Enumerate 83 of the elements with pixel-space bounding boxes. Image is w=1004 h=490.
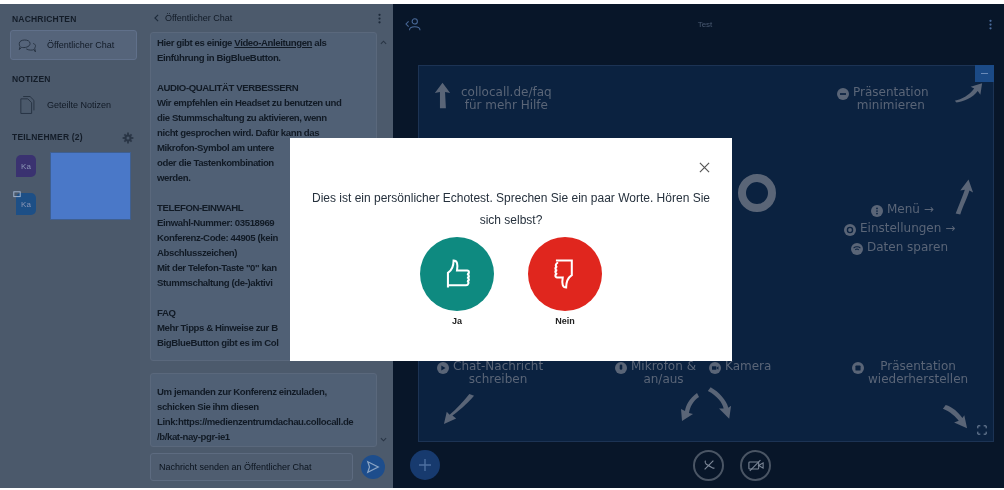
button-label: Nein [555,316,575,326]
hint-text: Daten sparen [867,241,948,254]
scroll-up-icon[interactable] [379,40,387,45]
close-icon[interactable] [699,162,710,173]
message-line: Mit der Telefon-Taste "0" kan [157,261,277,275]
arrow-icon [941,404,969,430]
button-label: Ja [452,316,462,326]
message-line: Einführung in BigBlueButton. [157,51,281,65]
hint-text: Chat-Nachricht [453,360,544,373]
minimize-button[interactable] [975,65,994,82]
message-line: oder die Tastenkombination [157,156,274,170]
message-heading: AUDIO-QUALITÄT VERBESSERN [157,81,299,95]
plus-icon [418,458,432,472]
camera-off-icon [747,458,764,472]
user-avatar[interactable]: Ka [16,155,36,177]
send-icon [366,460,380,474]
arrow-icon [434,81,451,110]
microphone-button[interactable] [693,449,724,481]
minus-circle-icon [837,88,849,100]
user-icon[interactable] [405,17,421,31]
hint-text: wiederherstellen [868,373,969,386]
hint-text: Mikrofon & [631,360,696,373]
message-line: Link:https://medienzentrumdachau.collocall.de [157,415,354,429]
fullscreen-icon[interactable] [977,425,987,435]
section-title: NACHRICHTEN [12,14,77,24]
settings-icon[interactable] [122,132,134,144]
hint-text: Präsentation [880,360,956,373]
hint-text: Einstellungen → [860,222,956,235]
sidebar-item[interactable]: Öffentlicher Chat [10,30,137,60]
message-line: Hier gibt es einige Video-Anleitungen als [157,36,327,50]
camera-circle-icon [709,362,721,374]
message-line: die Stummschaltung zu aktivieren, wenn [157,111,327,125]
play-circle-icon [437,362,449,374]
message-line: werden. [157,171,191,185]
ring-drawing [737,173,777,213]
message-line: schicken Sie ihm diesen [157,400,259,414]
hint-text: für mehr Hilfe [464,99,548,112]
message-line: /b/kat-nay-pgr-ie1 [157,430,230,444]
hint-text: Kamera [725,360,772,373]
back-button[interactable]: Öffentlicher Chat [150,13,237,23]
message-input[interactable]: Nachricht senden an Öffentlicher Chat [150,453,353,481]
sidebar-item[interactable]: Geteilte Notizen [10,90,137,120]
chevron-icon [154,14,159,22]
scroll-down-icon[interactable] [379,437,387,442]
slides-circle-icon [852,362,864,374]
more-circle-icon [871,205,883,217]
camera-button[interactable] [740,449,771,481]
hint-text: an/aus [643,373,684,386]
more-icon[interactable] [378,12,381,24]
presenter-icon [13,191,21,199]
message-line: BigBlueButton gibt es im Col [157,336,279,350]
dialog-text: Dies ist ein persönlicher Echotest. Sprechen Sie ein paar Worte. Hören Sie sich selbst? [311,190,711,229]
wifi-circle-icon [851,243,863,255]
hint-text: minimieren [856,99,925,112]
message-line: Einwahl-Nummer: 03518969 [157,216,275,230]
gear-circle-icon [844,224,856,236]
message-heading: TELEFON-EINWAHL [157,201,244,215]
message-line: nicht gesprochen wird. Dafür kann das [157,126,320,140]
meeting-title: Test [697,19,713,29]
hint-text: collocall.de/faq [461,86,552,99]
microphone-circle-icon [615,362,627,374]
hint-text: Menü → [887,203,934,216]
message-line: Konferenz-Code: 44905 (kein [157,231,278,245]
user-avatar[interactable]: Ka [16,193,36,215]
video-link[interactable]: Video-Anleitungen [234,37,313,48]
message-line: Wir empfehlen ein Headset zu benutzen und [157,96,342,110]
message-line: Stummschaltung (de-)aktivi [157,276,273,290]
documents-icon [17,95,37,115]
actions-button[interactable] [410,450,440,480]
more-icon[interactable] [989,18,992,30]
send-button[interactable] [361,455,385,479]
hint-text: Präsentation [853,86,929,99]
arrow-icon [706,386,732,420]
message-heading: FAQ [157,306,176,320]
arrow-icon [953,81,983,103]
message-line: Um jemanden zur Konferenz einzuladen, [157,385,327,399]
message-line: Mehr Tipps & Hinweise zur B [157,321,278,335]
arrow-icon [443,393,475,425]
message-line: Abschlusszeichen) [157,246,238,260]
hint-text: schreiben [468,373,528,386]
section-title: TEILNEHMER (2) [12,132,83,142]
section-title: NOTIZEN [12,74,51,84]
message-line: Mikrofon-Symbol am untere [157,141,274,155]
